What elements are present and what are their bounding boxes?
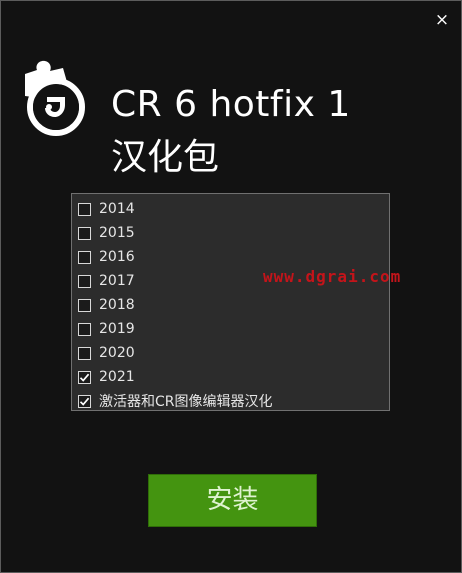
watermark-text: www.dgrai.com <box>263 267 402 286</box>
checkmark-icon <box>79 373 90 382</box>
option-checkbox[interactable] <box>78 250 91 264</box>
option-label: 2016 <box>99 249 135 265</box>
checkmark-icon <box>79 397 90 406</box>
option-row[interactable]: 2018 <box>72 293 389 317</box>
close-button[interactable]: × <box>431 9 453 31</box>
option-checkbox[interactable] <box>78 322 91 336</box>
install-button[interactable]: 安装 <box>148 474 317 527</box>
option-row[interactable]: 2019 <box>72 317 389 341</box>
option-checkbox[interactable] <box>78 298 91 312</box>
title-line-2: 汉化包 <box>111 137 220 178</box>
option-label: 2019 <box>99 321 135 337</box>
option-row[interactable]: 激活器和CR图像编辑器汉化 <box>72 389 389 413</box>
option-row[interactable]: 2021 <box>72 365 389 389</box>
option-label: 激活器和CR图像编辑器汉化 <box>99 394 273 410</box>
option-checkbox[interactable] <box>78 202 91 216</box>
install-button-label: 安装 <box>206 485 259 515</box>
option-row[interactable]: 2014 <box>72 197 389 221</box>
option-row[interactable]: 2016 <box>72 245 389 269</box>
option-label: 2017 <box>99 273 135 289</box>
option-row[interactable]: 2015 <box>72 221 389 245</box>
installer-window: × CR 6 hotfix 1 汉化包 2014 2015 2016 2017 2018… <box>0 0 462 573</box>
option-label: 2018 <box>99 297 135 313</box>
option-label: 2015 <box>99 225 135 241</box>
close-icon: × <box>434 10 450 30</box>
title-line-1: CR 6 hotfix 1 <box>111 84 351 125</box>
option-label: 2014 <box>99 201 135 217</box>
option-checkbox[interactable] <box>78 226 91 240</box>
option-checkbox[interactable] <box>78 394 91 408</box>
option-checkbox[interactable] <box>78 346 91 360</box>
option-row[interactable]: 2020 <box>72 341 389 365</box>
version-checkbox-list: 2014 2015 2016 2017 2018 2019 2020 2021 激活器和CR图像… <box>71 193 390 411</box>
option-checkbox[interactable] <box>78 274 91 288</box>
option-label: 2021 <box>99 369 135 385</box>
option-label: 2020 <box>99 345 135 361</box>
puzzle-piece-c-logo-icon <box>25 60 85 136</box>
option-checkbox[interactable] <box>78 370 91 384</box>
